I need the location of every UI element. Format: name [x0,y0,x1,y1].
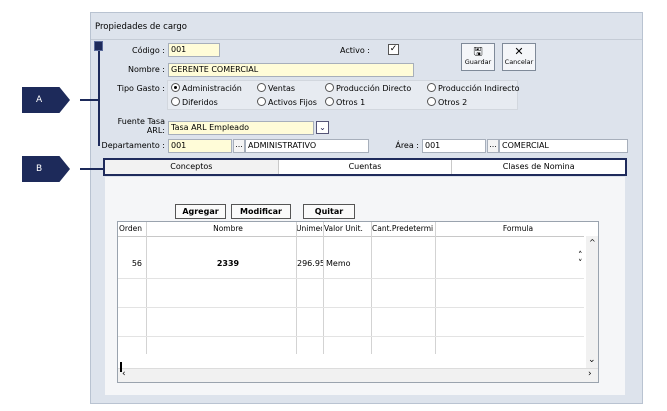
column-header-valor-unit[interactable]: Valor Unit. [324,222,370,236]
bracket-top-marker [94,41,103,51]
fuente-tasa-label-line1: Fuente Tasa [117,117,165,126]
cancel-button[interactable]: ✕ Cancelar [502,43,536,71]
radio-label: Otros 2 [438,98,468,107]
radio-label: Activos Fijos [268,98,317,107]
radio-administracion[interactable]: Administración [171,83,242,95]
save-button-label: Guardar [464,58,492,66]
radio-dot-icon [257,97,266,106]
column-divider [371,222,372,354]
tab-clases-de-nomina[interactable]: Clases de Nomina [452,160,625,174]
callout-a: A [22,87,70,113]
column-divider [146,222,147,354]
cell-orden: 56 [131,259,142,268]
departamento-label: Departamento : [101,141,165,150]
close-icon: ✕ [514,45,524,58]
radio-produccion-indirecto[interactable]: Producción Indirecto [427,83,520,95]
modify-button[interactable]: Modificar [231,204,291,219]
activo-checkbox[interactable]: ✓ [388,44,399,55]
fuente-tasa-label-line2: ARL: [146,126,165,135]
horizontal-scrollbar[interactable] [118,368,598,382]
area-name-field[interactable]: COMERCIAL [499,139,628,153]
remove-button[interactable]: Quitar [303,204,355,219]
radio-produccion-directo[interactable]: Producción Directo [325,83,411,95]
codigo-label: Código : [132,46,165,55]
radio-activos-fijos[interactable]: Activos Fijos [257,97,317,109]
header-divider [118,236,584,237]
tipo-gasto-label: Tipo Gasto : [117,84,165,93]
save-button[interactable]: 🖫 Guardar [461,43,495,71]
scroll-down-icon[interactable]: ⌄ [588,355,596,365]
row-divider [118,307,584,308]
area-label: Área : [395,141,419,150]
radio-label: Producción Directo [336,84,412,93]
radio-diferidos[interactable]: Diferidos [171,97,218,109]
scroll-right-icon[interactable]: › [588,369,592,379]
cell-valor-unit: Memo [326,259,351,268]
radio-otros-2[interactable]: Otros 2 [427,97,467,109]
callout-b-label: B [36,164,43,174]
radio-dot-icon [325,97,334,106]
radio-otros-1[interactable]: Otros 1 [325,97,365,109]
departamento-lookup-button[interactable]: ... [233,139,245,153]
row-spinner[interactable]: ˄ ˅ [578,252,583,269]
column-header-orden[interactable]: Orden [119,222,145,236]
callout-b: B [22,156,70,182]
conceptos-grid: Orden Nombre Unimed Valor Unit. Cant.Pre… [117,221,599,383]
row-divider [118,278,584,279]
departamento-code-field[interactable]: 001 [168,139,232,153]
column-header-nombre[interactable]: Nombre [198,222,258,236]
cell-unimed: 296.95 [297,259,323,268]
radio-dot-icon [171,83,180,92]
radio-dot-icon [257,83,266,92]
area-lookup-button[interactable]: ... [487,139,499,153]
chevron-down-icon[interactable]: ˅ [578,260,583,269]
area-code-field[interactable]: 001 [422,139,486,153]
radio-dot-icon [427,83,436,92]
radio-ventas[interactable]: Ventas [257,83,295,95]
tab-cuentas[interactable]: Cuentas [279,160,453,174]
column-divider [296,222,297,354]
column-divider [323,222,324,354]
callout-a-label: A [36,95,43,105]
radio-label: Diferidos [182,98,218,107]
scroll-up-icon[interactable]: ^ [589,238,596,247]
bracket-connector-b [80,168,104,170]
nombre-field[interactable]: GERENTE COMERCIAL [168,63,414,77]
chevron-down-icon[interactable]: ⌄ [316,121,329,134]
cancel-button-label: Cancelar [504,58,534,66]
codigo-field[interactable]: 001 [168,43,220,57]
scroll-left-icon[interactable]: ‹ [122,369,126,379]
radio-dot-icon [325,83,334,92]
fuente-tasa-label: Fuente Tasa ARL: [101,117,165,135]
bracket-connector-a [80,99,99,101]
cell-nombre: 2339 [216,259,240,268]
radio-label: Producción Indirecto [438,84,520,93]
column-header-unimed[interactable]: Unimed [296,222,322,236]
column-divider [435,222,436,354]
activo-label: Activo : [340,46,370,55]
text-cursor [120,362,122,372]
column-header-cant-predet[interactable]: Cant.Predetermi [372,222,442,236]
properties-window: Propiedades de cargo Código : 001 Activo… [80,12,643,404]
window-title: Propiedades de cargo [95,22,187,32]
tab-conceptos[interactable]: Conceptos [105,160,279,174]
radio-label: Otros 1 [336,98,366,107]
radio-dot-icon [427,97,436,106]
radio-label: Ventas [268,84,296,93]
nombre-label: Nombre : [127,65,165,74]
radio-dot-icon [171,97,180,106]
column-header-formula[interactable]: Formula [488,222,548,236]
tab-strip: Conceptos Cuentas Clases de Nomina [103,158,627,176]
departamento-name-field[interactable]: ADMINISTRATIVO [245,139,369,153]
radio-label: Administración [182,84,242,93]
row-divider [118,336,584,337]
add-button[interactable]: Agregar [175,204,226,219]
floppy-disk-icon: 🖫 [473,45,483,58]
vertical-scrollbar[interactable] [586,236,598,368]
fuente-tasa-select[interactable]: Tasa ARL Empleado [168,121,314,135]
title-divider [91,39,642,40]
